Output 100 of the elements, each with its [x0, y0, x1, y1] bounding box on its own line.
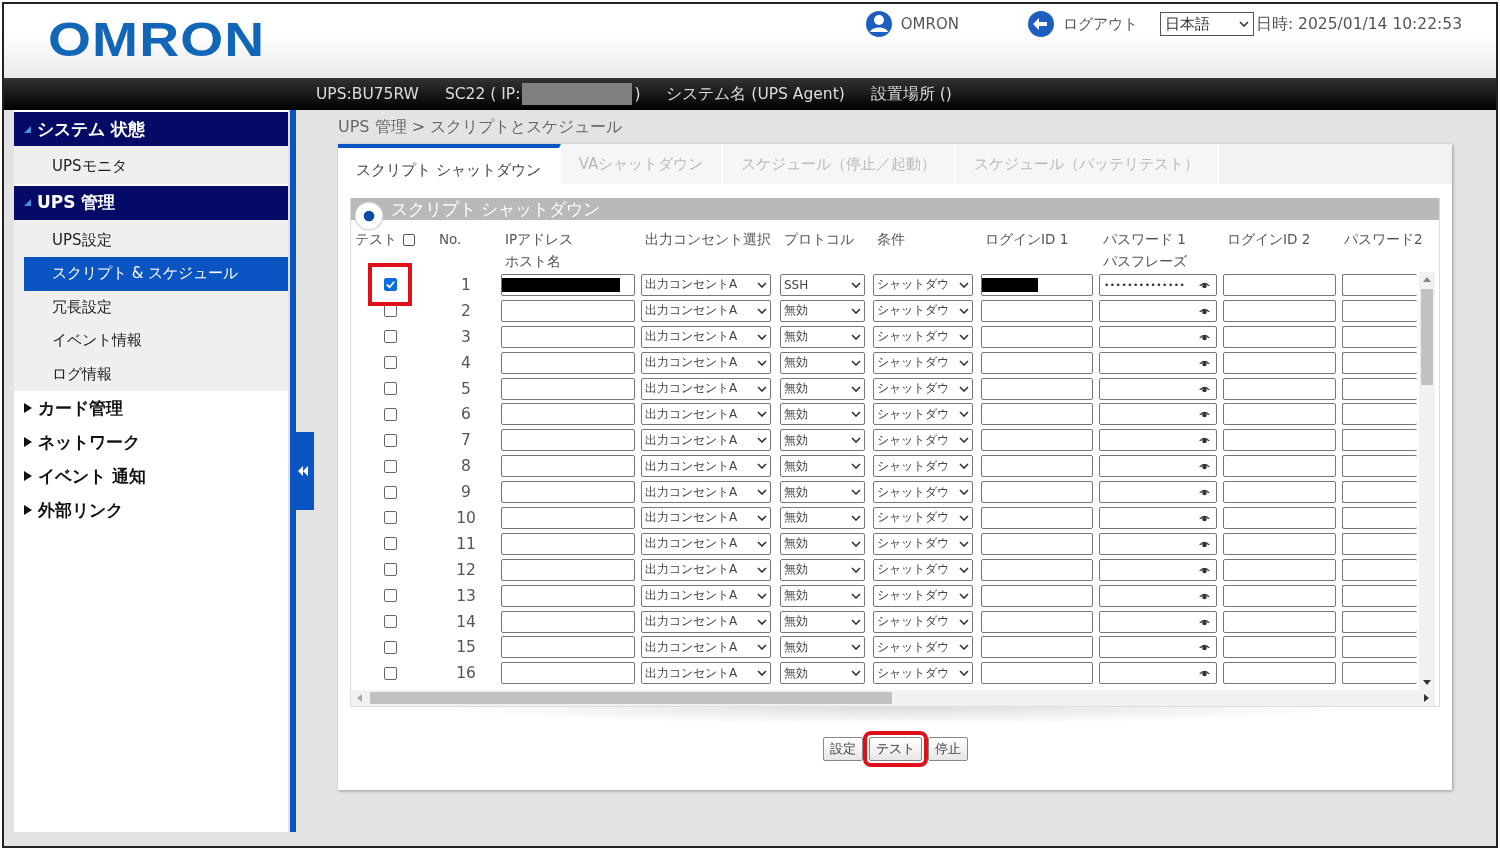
condition-select[interactable]: シャットダウ: [873, 584, 973, 607]
condition-select[interactable]: シャットダウ: [873, 403, 973, 426]
breadcrumb: UPS 管理 > スクリプトとスケジュール: [338, 115, 624, 138]
row-number: 2: [460, 301, 472, 320]
protocol-select[interactable]: 無効: [780, 506, 865, 529]
row-number: 12: [455, 560, 477, 579]
section-label: イベント 通知: [38, 464, 146, 488]
condition-select[interactable]: シャットダウ: [873, 636, 973, 659]
protocol-select[interactable]: 無効: [780, 636, 865, 659]
outlet-select[interactable]: 出力コンセントA: [641, 351, 771, 374]
condition-select[interactable]: シャットダウ: [873, 299, 973, 322]
condition-select[interactable]: シャットダウ: [873, 662, 973, 685]
sidebar-item[interactable]: スクリプト & スケジュール: [24, 257, 288, 291]
outlet-select[interactable]: 出力コンセントA: [641, 429, 771, 452]
outlet-select[interactable]: 出力コンセントA: [641, 403, 771, 426]
condition-select[interactable]: シャットダウ: [873, 558, 973, 581]
section-label: システム 状態: [37, 117, 145, 141]
row-number: 8: [460, 457, 472, 476]
condition-select[interactable]: シャットダウ: [873, 532, 973, 555]
column-header: 出力コンセント選択: [645, 230, 772, 249]
outlet-select[interactable]: 出力コンセントA: [641, 299, 771, 322]
protocol-select[interactable]: 無効: [780, 377, 865, 400]
outlet-select[interactable]: 出力コンセントA: [641, 506, 771, 529]
outlet-select[interactable]: 出力コンセントA: [641, 481, 771, 504]
row-number: 15: [455, 638, 477, 657]
sidebar-section[interactable]: UPS 管理: [14, 183, 288, 220]
action-button[interactable]: 設定: [822, 737, 863, 761]
tab[interactable]: スクリプト シャットダウン: [338, 144, 561, 188]
protocol-select[interactable]: 無効: [780, 610, 865, 633]
protocol-select[interactable]: 無効: [780, 584, 865, 607]
row-number: 5: [460, 379, 472, 398]
condition-select[interactable]: シャットダウ: [873, 455, 973, 478]
protocol-select[interactable]: 無効: [780, 429, 865, 452]
column-header: パスフレーズ: [1103, 252, 1188, 271]
protocol-select[interactable]: 無効: [780, 481, 865, 504]
sidebar-section[interactable]: イベント 通知: [14, 459, 288, 493]
column-header: IPアドレス: [505, 230, 575, 249]
protocol-select[interactable]: 無効: [780, 532, 865, 555]
language-select[interactable]: 日本語: [1159, 12, 1254, 36]
sidebar-section[interactable]: システム 状態: [14, 110, 288, 146]
section-label: カード管理: [38, 396, 123, 420]
column-header: パスワード2: [1344, 230, 1424, 249]
column-header: 条件: [877, 230, 906, 249]
condition-select[interactable]: シャットダウ: [873, 506, 973, 529]
user-name: OMRON: [900, 15, 959, 33]
system-name: システム名 (UPS Agent): [666, 83, 845, 105]
column-header: テスト: [355, 230, 397, 249]
protocol-select[interactable]: 無効: [780, 403, 865, 426]
outlet-select[interactable]: 出力コンセントA: [641, 325, 771, 348]
sidebar-item[interactable]: UPS設定: [24, 223, 288, 257]
column-header: パスワード 1: [1103, 230, 1187, 249]
card-label: SC22 ( IP:: [444, 85, 521, 103]
outlet-select[interactable]: 出力コンセントA: [641, 584, 771, 607]
condition-select[interactable]: シャットダウ: [873, 481, 973, 504]
protocol-select[interactable]: 無効: [780, 662, 865, 685]
row-number: 13: [455, 586, 477, 605]
outlet-select[interactable]: 出力コンセントA: [641, 636, 771, 659]
outlet-select[interactable]: 出力コンセントA: [641, 558, 771, 581]
outlet-select[interactable]: 出力コンセントA: [641, 662, 771, 685]
row-number: 14: [455, 612, 477, 631]
section-label: UPS 管理: [37, 191, 116, 214]
outlet-select[interactable]: 出力コンセントA: [641, 455, 771, 478]
protocol-select[interactable]: 無効: [780, 558, 865, 581]
protocol-select[interactable]: SSH: [780, 273, 865, 296]
protocol-select[interactable]: 無効: [780, 351, 865, 374]
install-location: 設置場所 (): [870, 83, 952, 105]
sidebar-section[interactable]: 外部リンク: [14, 493, 288, 527]
outlet-select[interactable]: 出力コンセントA: [641, 610, 771, 633]
sidebar-section[interactable]: カード管理: [14, 391, 288, 425]
row-number: 9: [460, 483, 472, 502]
condition-select[interactable]: シャットダウ: [873, 429, 973, 452]
sidebar-section[interactable]: ネットワーク: [14, 425, 288, 459]
protocol-select[interactable]: 無効: [780, 325, 865, 348]
omron-logo: OMRON: [48, 16, 266, 64]
row-number: 7: [460, 431, 472, 450]
outlet-select[interactable]: 出力コンセントA: [641, 532, 771, 555]
protocol-select[interactable]: 無効: [780, 455, 865, 478]
outlet-select[interactable]: 出力コンセントA: [641, 377, 771, 400]
row-number: 4: [460, 353, 472, 372]
condition-select[interactable]: シャットダウ: [873, 610, 973, 633]
protocol-select[interactable]: 無効: [780, 299, 865, 322]
outlet-select[interactable]: 出力コンセントA: [641, 273, 771, 296]
row-number: 6: [460, 405, 472, 424]
column-header: ログインID 1: [985, 230, 1070, 249]
sidebar-item[interactable]: 冗長設定: [24, 290, 288, 324]
section-label: 外部リンク: [38, 498, 123, 522]
condition-select[interactable]: シャットダウ: [873, 351, 973, 374]
logout-link[interactable]: ログアウト: [1062, 14, 1138, 34]
condition-select[interactable]: シャットダウ: [873, 325, 973, 348]
condition-select[interactable]: シャットダウ: [873, 377, 973, 400]
column-header: ホスト名: [505, 252, 562, 271]
condition-select[interactable]: シャットダウ: [873, 273, 973, 296]
sidebar-item[interactable]: イベント情報: [24, 324, 288, 358]
section-title: スクリプト シャットダウン: [391, 197, 601, 221]
row-number: 1: [460, 275, 472, 294]
sidebar-item[interactable]: ログ情報: [24, 357, 288, 391]
password-field[interactable]: ••••••••••••••: [1099, 273, 1217, 296]
action-button[interactable]: 停止: [927, 737, 968, 761]
row-number: 11: [455, 534, 477, 553]
ups-model: UPS:BU75RW: [316, 85, 419, 103]
